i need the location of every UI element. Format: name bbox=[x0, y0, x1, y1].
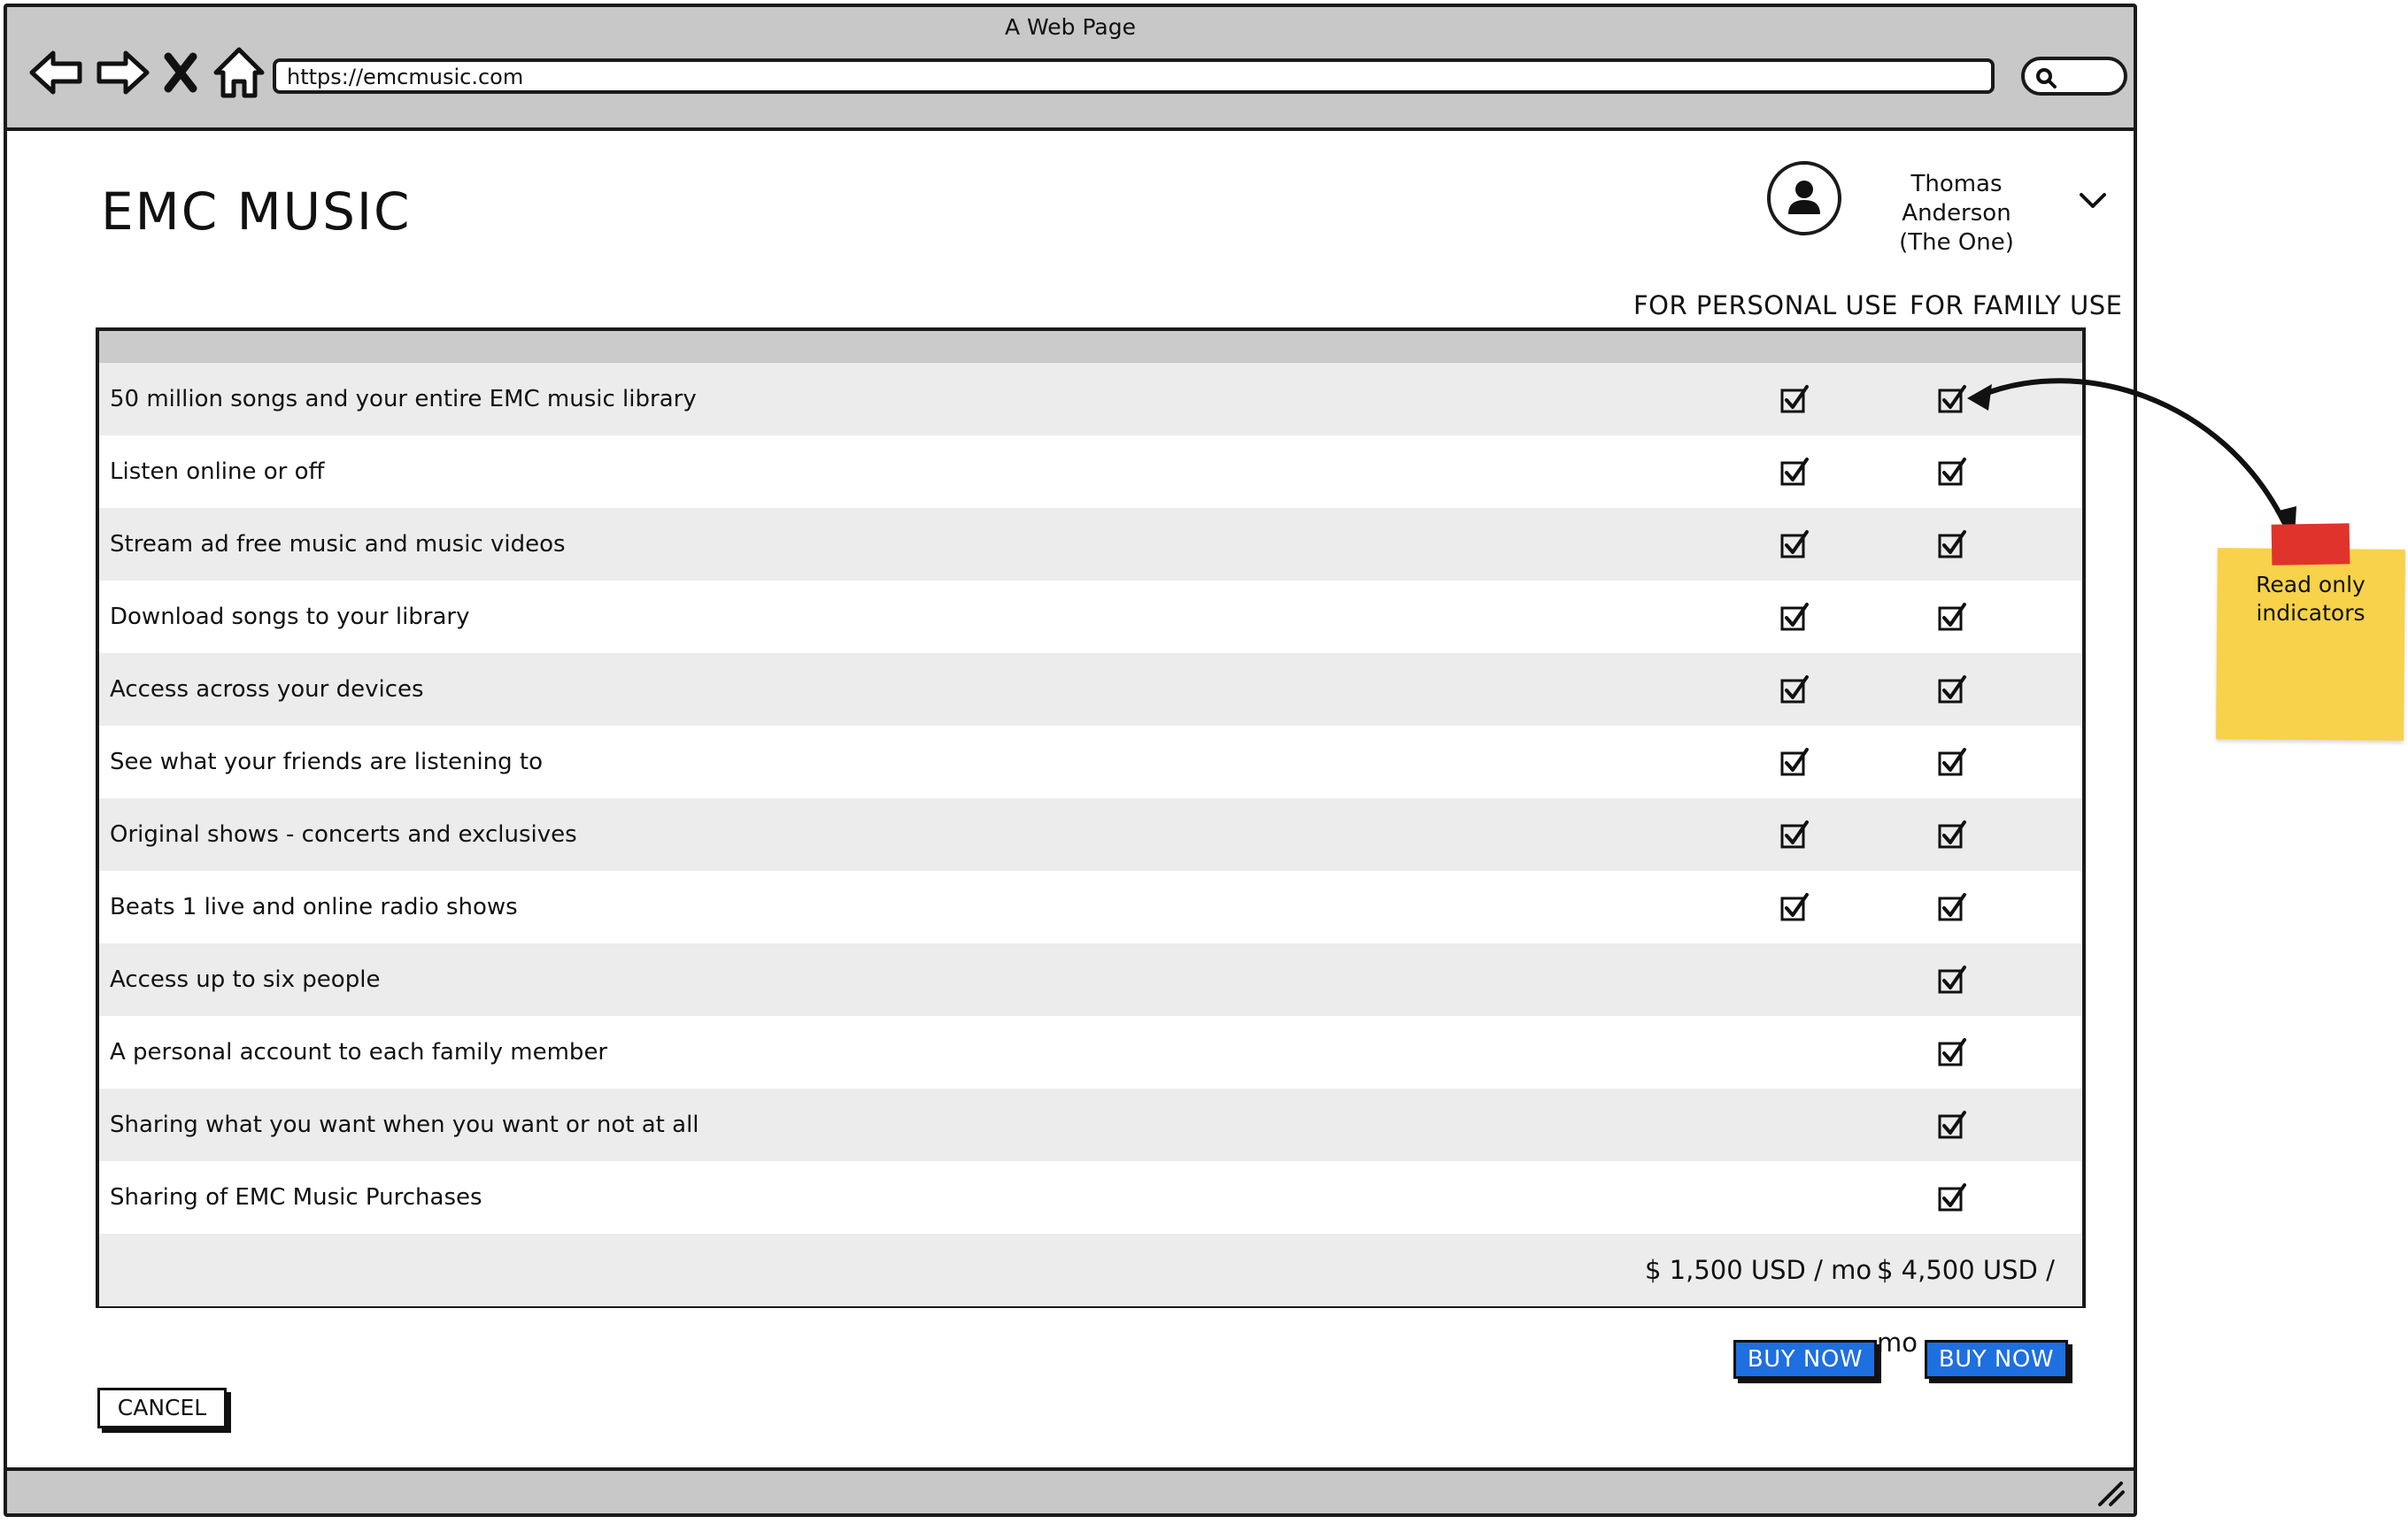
user-avatar-icon bbox=[1788, 181, 1820, 214]
home-icon[interactable] bbox=[209, 42, 269, 103]
family-check-icon bbox=[1937, 747, 1967, 777]
user-subtitle: (The One) bbox=[1899, 229, 2014, 256]
family-check-icon bbox=[1937, 820, 1967, 850]
feature-label: Sharing of EMC Music Purchases bbox=[110, 1184, 482, 1211]
table-row: Stream ad free music and music videos bbox=[99, 508, 2082, 581]
feature-label: Access up to six people bbox=[110, 966, 381, 993]
table-header-row bbox=[99, 331, 2082, 363]
app-title: EMC MUSIC bbox=[101, 181, 412, 242]
personal-check-icon bbox=[1779, 529, 1810, 559]
table-row: Sharing of EMC Music Purchases bbox=[99, 1161, 2082, 1234]
user-menu[interactable]: Thomas Anderson (The One) bbox=[1859, 170, 2054, 258]
family-check-icon bbox=[1937, 965, 1967, 995]
table-row: A personal account to each family member bbox=[99, 1016, 2082, 1089]
table-row: Download songs to your library bbox=[99, 581, 2082, 653]
feature-label: Download songs to your library bbox=[110, 604, 470, 630]
feature-label: 50 million songs and your entire EMC mus… bbox=[110, 386, 697, 412]
resize-grip-icon[interactable] bbox=[2095, 1476, 2126, 1508]
family-check-icon bbox=[1937, 1182, 1967, 1212]
table-row: Listen online or off bbox=[99, 435, 2082, 508]
cancel-button[interactable]: CANCEL bbox=[97, 1388, 227, 1428]
table-row: Access across your devices bbox=[99, 653, 2082, 726]
sticky-note-line-2: indicators bbox=[2256, 600, 2366, 626]
sticky-note-tape bbox=[2271, 523, 2350, 566]
table-row: 50 million songs and your entire EMC mus… bbox=[99, 363, 2082, 435]
feature-comparison-table: 50 million songs and your entire EMC mus… bbox=[96, 327, 2086, 1358]
feature-label: A personal account to each family member bbox=[110, 1039, 608, 1066]
personal-check-icon bbox=[1779, 747, 1810, 777]
personal-check-icon bbox=[1779, 384, 1810, 414]
column-header-personal: FOR PERSONAL USE bbox=[1633, 290, 1898, 320]
sticky-note-line-1: Read only bbox=[2256, 572, 2366, 597]
buy-now-family-button[interactable]: BUY NOW bbox=[1925, 1340, 2068, 1379]
forward-arrow-icon[interactable] bbox=[92, 42, 152, 103]
browser-statusbar bbox=[7, 1467, 2134, 1513]
personal-check-icon bbox=[1779, 892, 1810, 922]
feature-label: See what your friends are listening to bbox=[110, 749, 544, 775]
table-row: Beats 1 live and online radio shows bbox=[99, 871, 2082, 943]
feature-label: Stream ad free music and music videos bbox=[110, 531, 566, 558]
personal-check-icon bbox=[1779, 457, 1810, 487]
table-row: Sharing what you want when you want or n… bbox=[99, 1089, 2082, 1161]
chevron-down-icon[interactable] bbox=[2077, 189, 2109, 213]
price-row: $ 1,500 USD / mo $ 4,500 USD / mo bbox=[99, 1234, 2082, 1358]
column-header-family: FOR FAMILY USE bbox=[1910, 290, 2123, 320]
feature-label: Sharing what you want when you want or n… bbox=[110, 1112, 699, 1138]
family-check-icon bbox=[1937, 674, 1967, 704]
sticky-note-text: Read only indicators bbox=[2217, 571, 2404, 627]
family-check-icon bbox=[1937, 1037, 1967, 1067]
price-personal: $ 1,500 USD / mo bbox=[1645, 1255, 1872, 1285]
table-row: Access up to six people bbox=[99, 943, 2082, 1016]
family-check-icon bbox=[1937, 1110, 1967, 1140]
feature-label: Access across your devices bbox=[110, 676, 424, 703]
user-name: Thomas Anderson bbox=[1902, 171, 2011, 227]
annotation-arrow bbox=[1967, 378, 2296, 536]
buy-now-personal-button[interactable]: BUY NOW bbox=[1733, 1340, 1877, 1379]
personal-check-icon bbox=[1779, 674, 1810, 704]
table-row: Original shows - concerts and exclusives bbox=[99, 798, 2082, 871]
personal-check-icon bbox=[1779, 820, 1810, 850]
feature-label: Beats 1 live and online radio shows bbox=[110, 894, 518, 920]
feature-label: Listen online or off bbox=[110, 458, 325, 485]
feature-label: Original shows - concerts and exclusives bbox=[110, 821, 577, 848]
close-icon[interactable] bbox=[158, 42, 204, 103]
family-check-icon bbox=[1937, 602, 1967, 632]
table-row: See what your friends are listening to bbox=[99, 726, 2082, 798]
back-arrow-icon[interactable] bbox=[27, 42, 87, 103]
window-title: A Web Page bbox=[1004, 14, 1137, 40]
browser-search-field[interactable] bbox=[2021, 57, 2127, 96]
url-input[interactable]: https://emcmusic.com bbox=[273, 58, 1995, 94]
personal-check-icon bbox=[1779, 602, 1810, 632]
search-icon bbox=[2036, 68, 2057, 89]
browser-titlebar: A Web Page https://emcmusic.com bbox=[7, 7, 2134, 131]
user-avatar[interactable] bbox=[1767, 161, 1841, 235]
family-check-icon bbox=[1937, 892, 1967, 922]
